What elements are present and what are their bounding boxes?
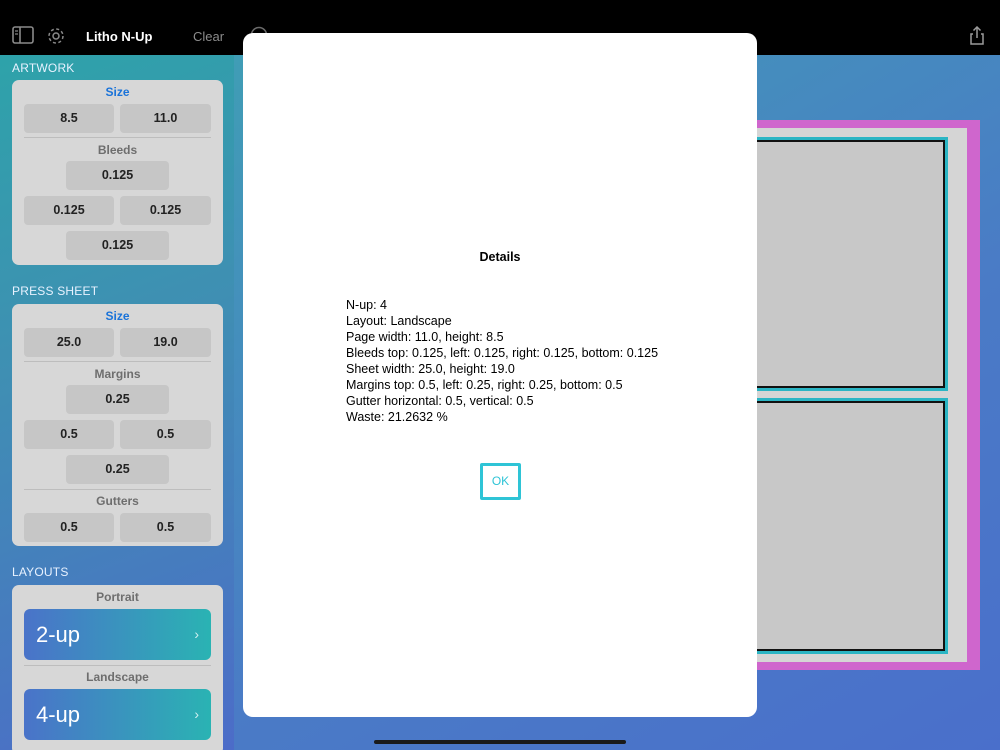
app-title: Litho N-Up <box>86 29 153 44</box>
gutter-horizontal-field[interactable]: 0.5 <box>24 513 114 542</box>
details-dialog: Details N-up: 4 Layout: Landscape Page w… <box>243 33 757 717</box>
portrait-title: Portrait <box>96 590 139 604</box>
portrait-layout-button[interactable]: 2-up › <box>24 609 211 660</box>
divider <box>24 489 211 490</box>
detail-line: Waste: 21.2632 % <box>346 410 448 424</box>
gutter-vertical-field[interactable]: 0.5 <box>120 513 211 542</box>
sidebar-toolbar: Litho N-Up Clear <box>0 0 234 55</box>
sheet-height-field[interactable]: 19.0 <box>120 328 211 357</box>
detail-line: Margins top: 0.5, left: 0.25, right: 0.2… <box>346 378 623 392</box>
artwork-height-field[interactable]: 11.0 <box>120 104 211 133</box>
detail-line: Sheet width: 25.0, height: 19.0 <box>346 362 515 376</box>
landscape-layout-label: 4-up <box>36 702 81 727</box>
divider <box>24 361 211 362</box>
chevron-right-icon: › <box>194 706 199 722</box>
margin-bottom-field[interactable]: 0.25 <box>66 455 169 484</box>
margin-left-field[interactable]: 0.5 <box>24 420 114 449</box>
gutters-title: Gutters <box>96 494 139 508</box>
press-sheet-header: PRESS SHEET <box>12 284 99 298</box>
page-cell <box>751 137 948 391</box>
ok-button[interactable]: OK <box>480 463 521 500</box>
sidebar-toggle-icon[interactable] <box>12 26 34 46</box>
bleed-left-field[interactable]: 0.125 <box>24 196 114 225</box>
margin-top-field[interactable]: 0.25 <box>66 385 169 414</box>
artwork-width-field[interactable]: 8.5 <box>24 104 114 133</box>
margins-title: Margins <box>94 367 141 381</box>
details-text: N-up: 4 Layout: Landscape Page width: 11… <box>346 297 658 425</box>
sidebar: Litho N-Up Clear ARTWORK Size 8.5 11.0 B… <box>0 0 234 750</box>
landscape-title: Landscape <box>86 670 149 684</box>
detail-line: Page width: 11.0, height: 8.5 <box>346 330 504 344</box>
margin-right-field[interactable]: 0.5 <box>120 420 211 449</box>
landscape-layout-button[interactable]: 4-up › <box>24 689 211 740</box>
layouts-panel: Portrait 2-up › Landscape 4-up › <box>12 585 223 750</box>
chevron-right-icon: › <box>194 626 199 642</box>
page-cell <box>751 398 948 654</box>
gear-icon[interactable] <box>46 26 68 46</box>
detail-line: Bleeds top: 0.125, left: 0.125, right: 0… <box>346 346 659 360</box>
sheet-width-field[interactable]: 25.0 <box>24 328 114 357</box>
home-indicator[interactable] <box>374 740 626 744</box>
dialog-title: Details <box>479 250 521 264</box>
bleeds-title: Bleeds <box>97 143 138 157</box>
artwork-header: ARTWORK <box>12 61 75 75</box>
sheet-size-title: Size <box>105 309 130 323</box>
detail-line: Gutter horizontal: 0.5, vertical: 0.5 <box>346 394 534 408</box>
portrait-layout-label: 2-up <box>36 622 81 647</box>
share-icon[interactable] <box>967 25 987 46</box>
artwork-size-title: Size <box>105 85 130 99</box>
layouts-header: LAYOUTS <box>12 565 69 579</box>
bleed-bottom-field[interactable]: 0.125 <box>66 231 169 260</box>
detail-line: N-up: 4 <box>346 298 387 312</box>
bleed-right-field[interactable]: 0.125 <box>120 196 211 225</box>
clear-button[interactable]: Clear <box>193 29 224 44</box>
divider <box>24 665 211 666</box>
bleed-top-field[interactable]: 0.125 <box>66 161 169 190</box>
detail-line: Layout: Landscape <box>346 314 452 328</box>
press-sheet-panel: Size 25.0 19.0 Margins 0.25 0.5 0.5 0.25… <box>12 304 223 546</box>
divider <box>24 137 211 138</box>
artwork-panel: Size 8.5 11.0 Bleeds 0.125 0.125 0.125 0… <box>12 80 223 265</box>
